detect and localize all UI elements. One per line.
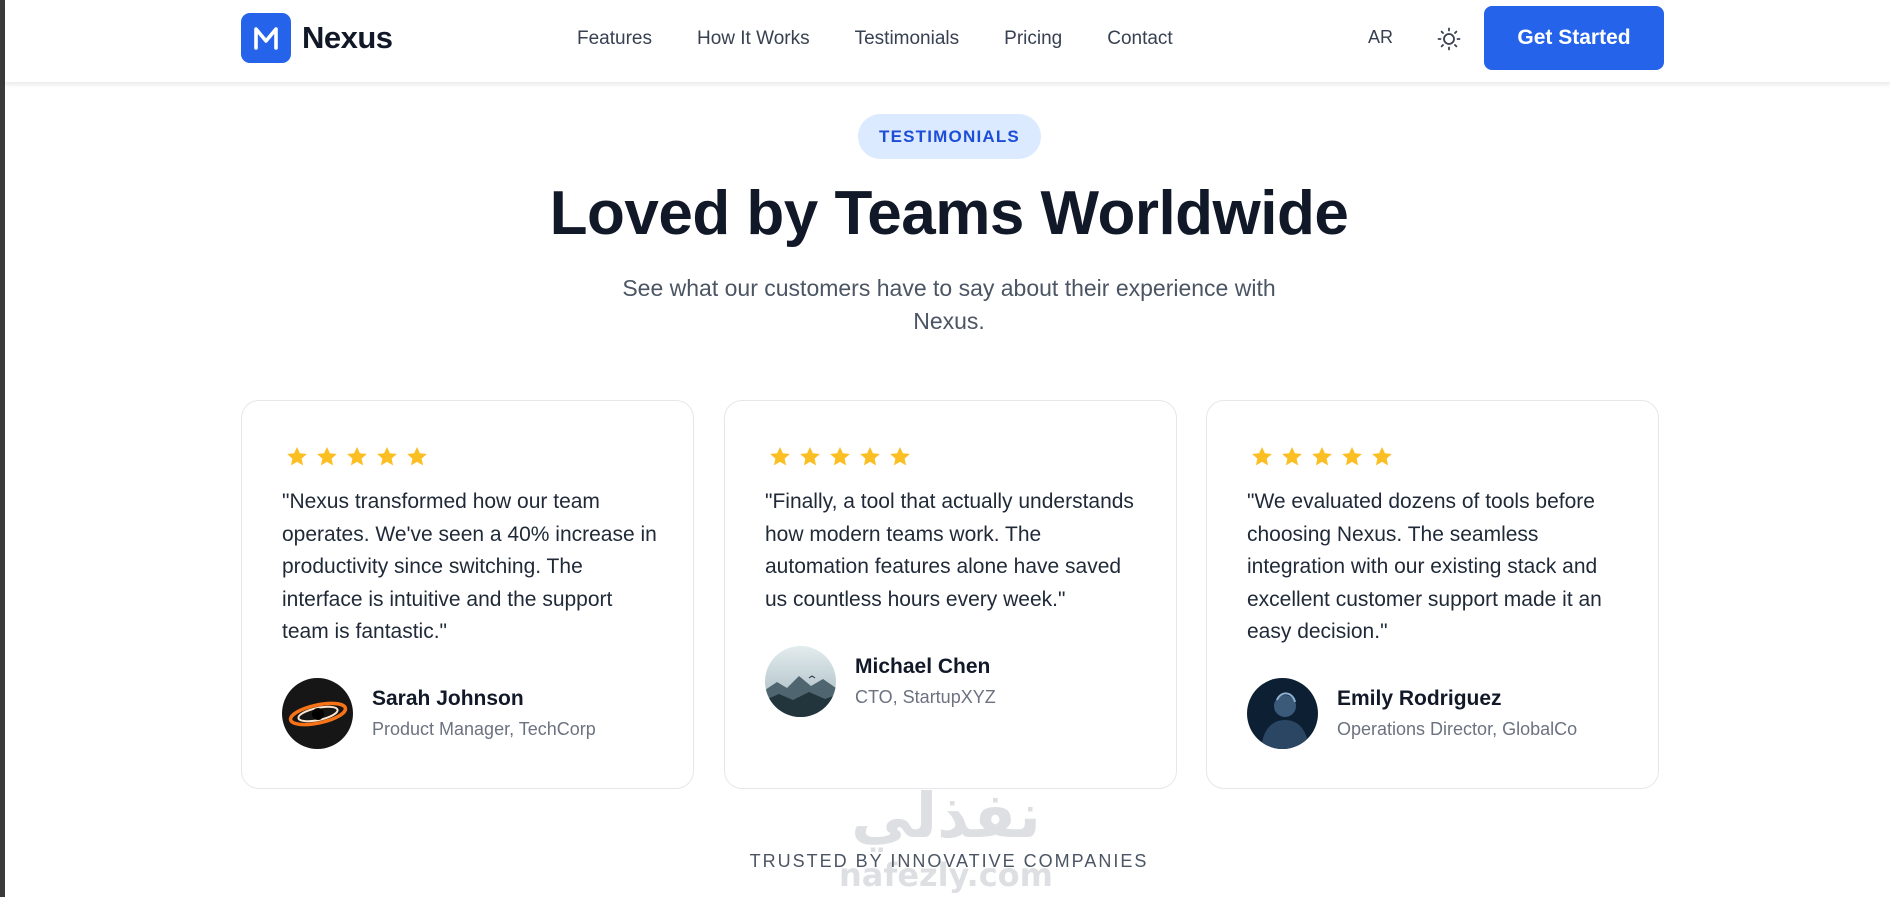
star-icon (1367, 442, 1397, 472)
theme-toggle-button[interactable] (1433, 23, 1465, 55)
testimonial-quote: "Nexus transformed how our team operates… (282, 490, 657, 643)
testimonial-author: Michael Chen CTO, StartupXYZ (765, 646, 996, 717)
get-started-button[interactable]: Get Started (1484, 6, 1664, 70)
author-role: CTO, StartupXYZ (855, 687, 996, 707)
avatar (765, 646, 836, 717)
main-nav: Features How It Works Testimonials Prici… (577, 0, 1218, 78)
rating-stars (765, 442, 915, 472)
avatar (1247, 678, 1318, 749)
author-name: Michael Chen (855, 655, 991, 678)
star-icon (1247, 442, 1277, 472)
m-logo-icon (241, 13, 291, 63)
author-name: Emily Rodriguez (1337, 687, 1502, 710)
testimonial-card: "Nexus transformed how our team operates… (241, 400, 694, 789)
section-subtitle: See what our customers have to say about… (622, 275, 1276, 334)
star-icon (1307, 442, 1337, 472)
avatar (282, 678, 353, 749)
nav-link-contact[interactable]: Contact (1107, 28, 1172, 50)
star-icon (825, 442, 855, 472)
testimonial-card: "We evaluated dozens of tools before cho… (1206, 400, 1659, 789)
window-edge (0, 0, 5, 897)
nav-link-how-it-works[interactable]: How It Works (697, 28, 810, 50)
star-icon (282, 442, 312, 472)
star-icon (885, 442, 915, 472)
testimonial-quote: "Finally, a tool that actually understan… (765, 490, 1134, 611)
rating-stars (1247, 442, 1397, 472)
brand-name: Nexus (302, 20, 393, 55)
nav-link-features[interactable]: Features (577, 28, 652, 50)
nafezly-watermark: نفذلي nafezly.com (839, 782, 1053, 894)
star-icon (855, 442, 885, 472)
star-icon (402, 442, 432, 472)
star-icon (765, 442, 795, 472)
testimonial-quote: "We evaluated dozens of tools before cho… (1247, 490, 1602, 643)
testimonial-author: Sarah Johnson Product Manager, TechCorp (282, 678, 596, 749)
language-switch[interactable]: AR (1368, 27, 1393, 48)
rating-stars (282, 442, 432, 472)
testimonial-author: Emily Rodriguez Operations Director, Glo… (1247, 678, 1577, 749)
brand-logo[interactable]: Nexus (241, 13, 393, 63)
star-icon (1277, 442, 1307, 472)
navbar: Nexus Features How It Works Testimonials… (5, 0, 1890, 83)
author-name: Sarah Johnson (372, 687, 524, 710)
trusted-by-heading: TRUSTED BY INNOVATIVE COMPANIES (749, 851, 1149, 871)
testimonial-card: "Finally, a tool that actually understan… (724, 400, 1177, 789)
author-role: Operations Director, GlobalCo (1337, 719, 1578, 739)
star-icon (1337, 442, 1367, 472)
star-icon (342, 442, 372, 472)
star-icon (795, 442, 825, 472)
nav-link-pricing[interactable]: Pricing (1004, 28, 1062, 50)
author-role: Product Manager, TechCorp (372, 719, 596, 739)
nav-link-testimonials[interactable]: Testimonials (855, 28, 960, 50)
sun-icon (1437, 27, 1461, 51)
svg-text:نفذلي: نفذلي (851, 782, 1041, 852)
star-icon (312, 442, 342, 472)
section-title: Loved by Teams Worldwide (549, 179, 1349, 248)
star-icon (372, 442, 402, 472)
section-badge: TESTIMONIALS (858, 114, 1041, 159)
